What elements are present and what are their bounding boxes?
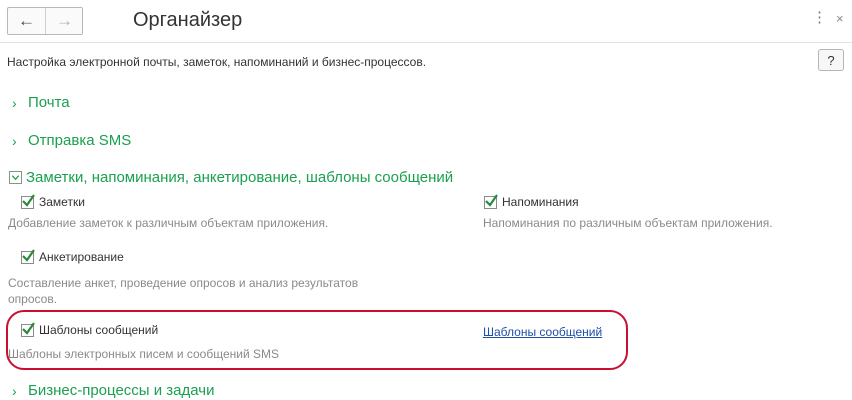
survey-label: Анкетирование bbox=[39, 250, 124, 264]
header-divider bbox=[0, 42, 852, 43]
section-notes[interactable]: Заметки, напоминания, анкетирование, шаб… bbox=[9, 169, 454, 186]
notes-option[interactable]: Заметки bbox=[21, 193, 85, 209]
back-arrow-icon[interactable]: ← bbox=[8, 8, 46, 34]
help-button[interactable]: ? bbox=[818, 49, 844, 71]
notes-hint: Добавление заметок к различным объектам … bbox=[8, 216, 329, 230]
reminders-label: Напоминания bbox=[502, 195, 579, 209]
notes-checkbox[interactable] bbox=[21, 193, 35, 209]
survey-option[interactable]: Анкетирование bbox=[21, 248, 124, 264]
survey-hint-line2: опросов. bbox=[8, 292, 58, 306]
survey-hint: Составление анкет, проведение опросов и … bbox=[8, 275, 358, 307]
chevron-right-icon: › bbox=[12, 94, 17, 111]
checkmark-icon bbox=[485, 193, 498, 207]
navigation-buttons: ← → bbox=[7, 7, 83, 35]
chevron-down-icon bbox=[9, 171, 22, 184]
reminders-checkbox[interactable] bbox=[484, 193, 498, 209]
section-business-processes-label: Бизнес-процессы и задачи bbox=[28, 382, 215, 399]
page-description: Настройка электронной почты, заметок, на… bbox=[7, 55, 427, 69]
section-notes-label: Заметки, напоминания, анкетирование, шаб… bbox=[26, 169, 454, 186]
highlight-annotation bbox=[6, 310, 628, 370]
chevron-right-icon: › bbox=[12, 132, 17, 149]
section-mail[interactable]: › Почта bbox=[12, 94, 70, 111]
section-mail-label: Почта bbox=[28, 94, 70, 111]
reminders-option[interactable]: Напоминания bbox=[484, 193, 579, 209]
more-menu-icon[interactable]: ⋮ bbox=[812, 10, 827, 26]
reminders-hint: Напоминания по различным объектам прилож… bbox=[483, 216, 773, 230]
checkmark-icon bbox=[22, 248, 35, 262]
notes-label: Заметки bbox=[39, 195, 85, 209]
checkmark-icon bbox=[22, 193, 35, 207]
section-sms-label: Отправка SMS bbox=[28, 132, 132, 149]
survey-hint-line1: Составление анкет, проведение опросов и … bbox=[8, 276, 359, 290]
close-icon[interactable]: × bbox=[836, 11, 844, 26]
section-sms[interactable]: › Отправка SMS bbox=[12, 132, 131, 149]
page-title: Органайзер bbox=[133, 9, 243, 31]
chevron-right-icon: › bbox=[12, 382, 17, 399]
section-business-processes[interactable]: › Бизнес-процессы и задачи bbox=[12, 382, 214, 399]
forward-arrow-icon[interactable]: → bbox=[46, 8, 83, 34]
survey-checkbox[interactable] bbox=[21, 248, 35, 264]
